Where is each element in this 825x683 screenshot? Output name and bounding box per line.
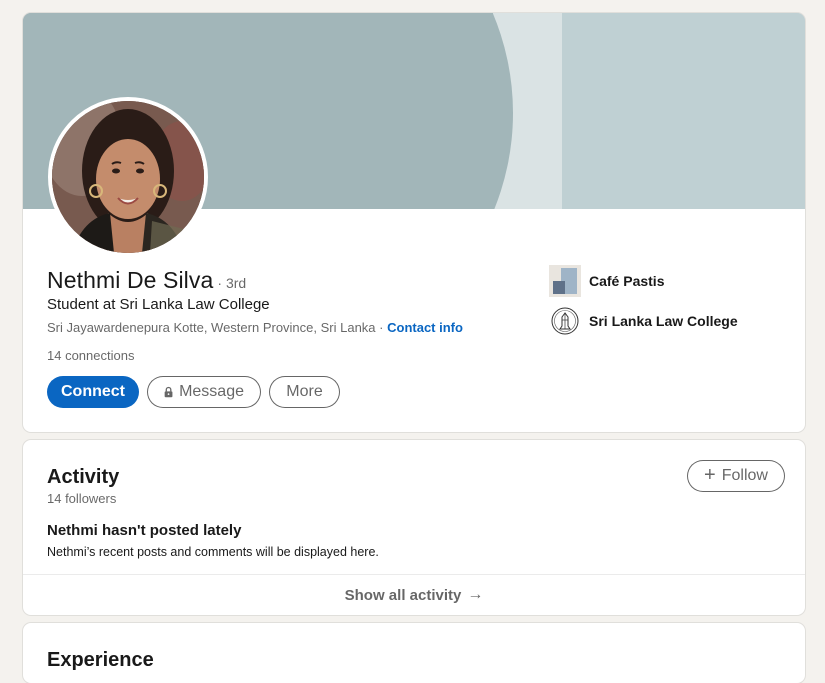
experience-company-label: Café Pastis <box>589 273 665 289</box>
education-item-sri-lanka-law-college[interactable]: Sri Lanka Law College <box>549 304 738 338</box>
experience-title: Experience <box>47 649 154 671</box>
experience-item-cafe-pastis[interactable]: Café Pastis <box>549 264 738 298</box>
lock-icon <box>164 386 173 398</box>
connect-button[interactable]: Connect <box>47 376 139 408</box>
activity-empty-heading: Nethmi hasn't posted lately <box>47 522 242 539</box>
activity-empty-subtext: Nethmi’s recent posts and comments will … <box>47 545 379 559</box>
show-all-activity-link[interactable]: Show all activity → <box>23 575 805 615</box>
follow-button[interactable]: + Follow <box>687 460 785 492</box>
profile-card: Nethmi De Silva · 3rd Student at Sri Lan… <box>23 13 805 432</box>
experience-summary: Café Pastis Sri Lanka Law College <box>549 264 738 344</box>
name-row: Nethmi De Silva · 3rd <box>47 267 246 294</box>
contact-info-link[interactable]: Contact info <box>387 320 463 335</box>
profile-name: Nethmi De Silva <box>47 267 214 293</box>
show-all-activity-label: Show all activity <box>344 586 462 604</box>
plus-icon: + <box>704 464 716 486</box>
message-button-label: Message <box>179 383 244 400</box>
profile-actions: Connect Message More <box>47 376 340 408</box>
follow-button-label: Follow <box>721 467 768 484</box>
profile-location: Sri Jayawardenepura Kotte, Western Provi… <box>47 320 376 335</box>
education-school-label: Sri Lanka Law College <box>589 313 738 329</box>
school-seal-logo-icon <box>549 305 581 337</box>
activity-card: Activity 14 followers + Follow Nethmi ha… <box>23 440 805 615</box>
profile-photo <box>52 101 204 253</box>
profile-headline: Student at Sri Lanka Law College <box>47 296 270 313</box>
connection-degree: · 3rd <box>217 275 247 291</box>
location-row: Sri Jayawardenepura Kotte, Western Provi… <box>47 320 463 335</box>
connections-count[interactable]: 14 connections <box>47 348 134 363</box>
message-button[interactable]: Message <box>147 376 261 408</box>
more-button[interactable]: More <box>269 376 340 408</box>
company-logo-icon <box>549 265 581 297</box>
banner-right-block <box>562 13 805 209</box>
activity-title: Activity <box>47 466 120 488</box>
arrow-right-icon: → <box>467 586 484 603</box>
experience-card: Experience <box>23 623 805 683</box>
followers-count: 14 followers <box>47 491 117 506</box>
profile-avatar[interactable] <box>48 97 208 257</box>
location-separator: · <box>375 320 388 335</box>
